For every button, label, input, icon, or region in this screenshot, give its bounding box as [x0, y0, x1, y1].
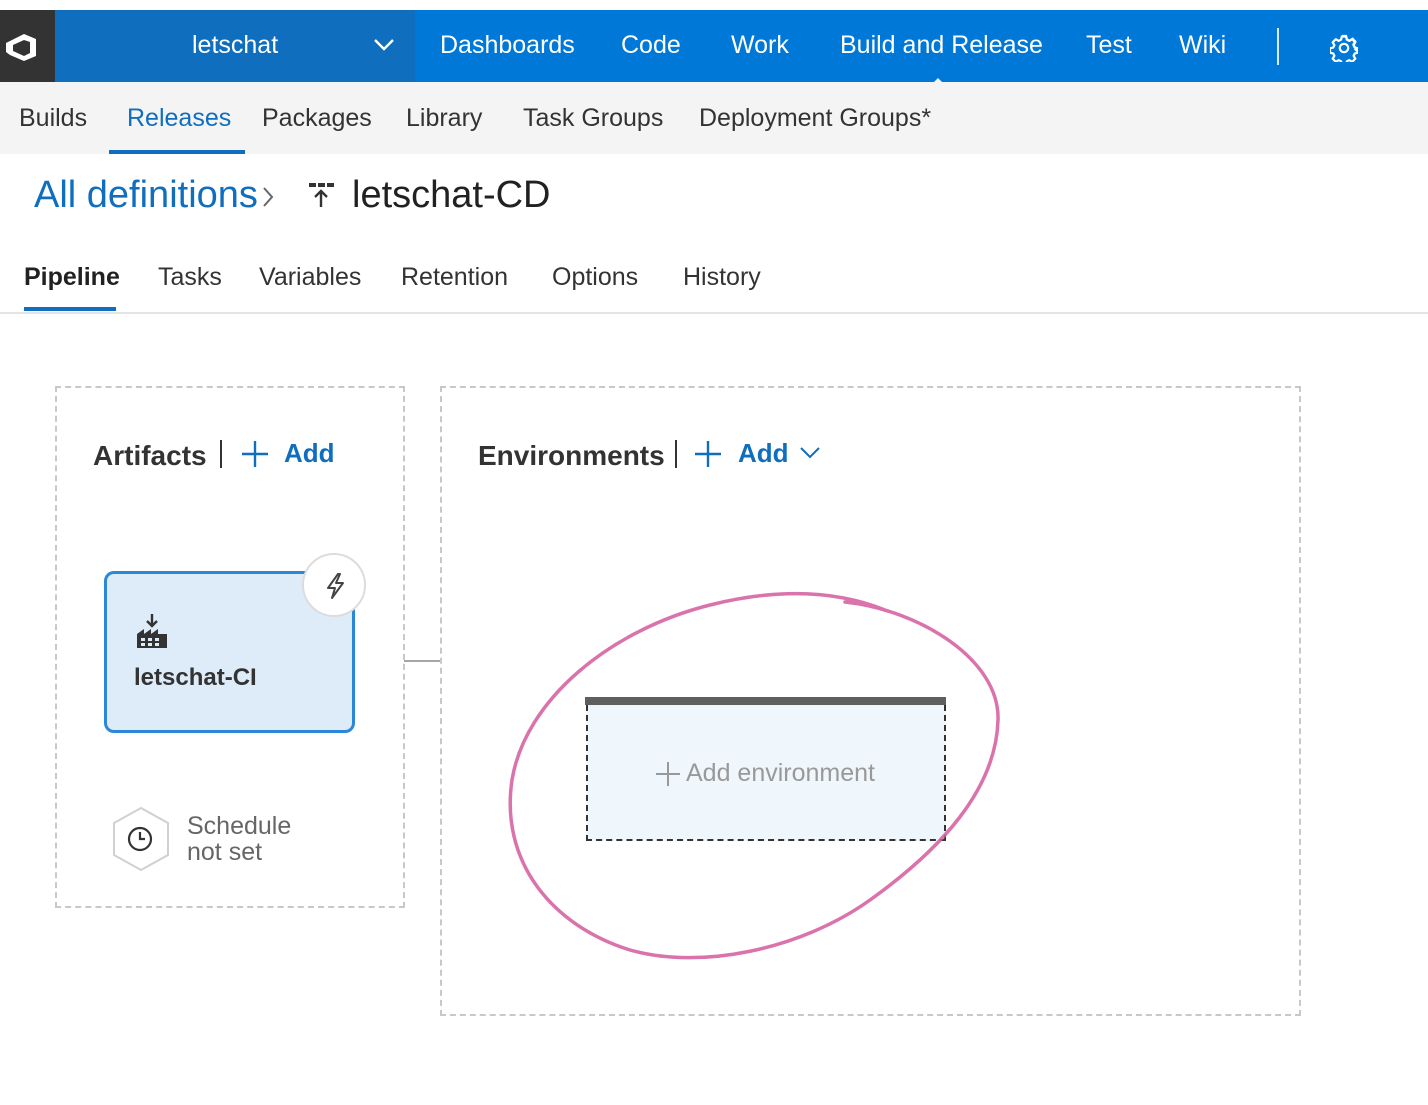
vsts-logo-icon — [6, 34, 36, 61]
pipeline-connector — [404, 660, 441, 662]
add-artifact-label: Add — [284, 438, 335, 468]
environments-title: Environments — [478, 440, 665, 471]
tab-history[interactable]: History — [683, 263, 761, 292]
hub-wiki[interactable]: Wiki — [1179, 31, 1226, 60]
top-navigation-bar: letschat Dashboards Code Work Build and … — [0, 10, 1428, 89]
page-title: letschat-CD — [352, 174, 551, 216]
artifacts-title-separator — [220, 440, 222, 468]
subtab-releases[interactable]: Releases — [127, 104, 231, 133]
project-selector[interactable]: letschat — [55, 10, 415, 82]
hub-build-and-release[interactable]: Build and Release — [840, 31, 1043, 60]
active-subtab-indicator — [109, 150, 245, 154]
schedule-status[interactable]: Schedule not set — [187, 813, 291, 865]
hub-divider — [1277, 28, 1279, 65]
add-environment-menu-label: Add — [738, 438, 789, 468]
chevron-down-icon — [800, 447, 820, 459]
chevron-down-icon — [374, 39, 394, 51]
gear-icon[interactable] — [1330, 34, 1358, 62]
tab-options[interactable]: Options — [552, 263, 638, 292]
breadcrumb-all-definitions[interactable]: All definitions — [34, 174, 258, 217]
artifacts-title: Artifacts — [93, 440, 207, 471]
subtab-builds[interactable]: Builds — [19, 104, 87, 133]
lightning-icon — [327, 573, 344, 599]
hub-work[interactable]: Work — [731, 31, 789, 60]
artifact-name: letschat-CI — [134, 664, 257, 691]
subtab-task-groups[interactable]: Task Groups — [523, 104, 663, 133]
subtab-packages[interactable]: Packages — [262, 104, 372, 133]
chevron-right-icon — [263, 187, 274, 207]
tab-retention[interactable]: Retention — [401, 263, 508, 292]
hub-code[interactable]: Code — [621, 31, 681, 60]
tab-tasks[interactable]: Tasks — [158, 263, 222, 292]
environments-title-separator — [675, 440, 677, 468]
hub-dashboards[interactable]: Dashboards — [440, 31, 575, 60]
plus-icon — [695, 441, 721, 467]
plus-icon — [656, 762, 680, 786]
release-definition-icon — [309, 183, 334, 207]
build-artifact-icon — [137, 614, 167, 648]
subtab-library[interactable]: Library — [406, 104, 482, 133]
sub-navigation-bar: Builds Releases Packages Library Task Gr… — [0, 82, 1428, 154]
environment-placeholder-header — [585, 697, 946, 705]
plus-icon — [242, 441, 268, 467]
subtab-deployment-groups[interactable]: Deployment Groups* — [699, 104, 931, 133]
active-tab-indicator — [24, 307, 116, 311]
add-environment-label: Add environment — [686, 759, 876, 787]
project-name: letschat — [192, 31, 279, 59]
tab-variables[interactable]: Variables — [259, 263, 361, 292]
tab-divider — [0, 312, 1428, 314]
clock-icon[interactable] — [110, 806, 172, 872]
continuous-deployment-trigger-button[interactable] — [302, 553, 366, 617]
schedule-line-2: not set — [187, 838, 263, 866]
hub-test[interactable]: Test — [1086, 31, 1132, 60]
vsts-logo[interactable] — [0, 10, 55, 82]
tab-pipeline[interactable]: Pipeline — [24, 263, 120, 292]
schedule-line-1: Schedule — [187, 812, 292, 840]
